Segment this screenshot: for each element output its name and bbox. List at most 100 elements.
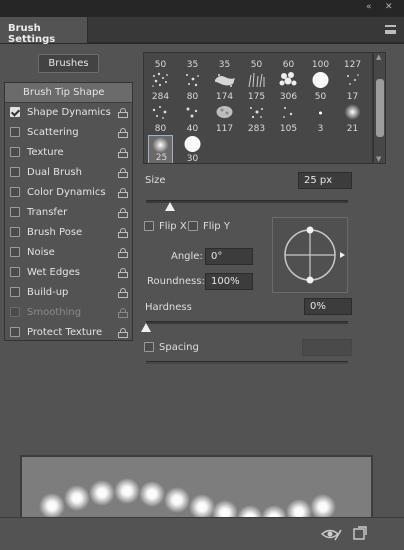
brush-tip[interactable]: 30: [180, 135, 205, 163]
angle-label: Angle:: [171, 251, 203, 262]
double-chevron-left-icon[interactable]: «: [366, 2, 372, 12]
brush-size-label: 3: [317, 124, 324, 134]
brush-tip[interactable]: 35: [180, 53, 205, 71]
option-protect-texture[interactable]: Protect Texture: [5, 323, 132, 343]
brush-tip[interactable]: 40: [180, 103, 205, 135]
option-transfer[interactable]: Transfer: [5, 203, 132, 223]
flip-x-checkbox[interactable]: [144, 221, 154, 231]
lock-icon[interactable]: [118, 108, 128, 118]
option-shape-dynamics[interactable]: Shape Dynamics: [5, 103, 132, 123]
soft-round-brush-icon: [152, 137, 169, 153]
lock-icon[interactable]: [118, 268, 128, 278]
lock-icon[interactable]: [118, 208, 128, 218]
option-brush-tip-shape[interactable]: Brush Tip Shape: [5, 83, 132, 103]
lock-icon[interactable]: [118, 248, 128, 258]
brush-tip[interactable]: 100: [308, 53, 333, 71]
checkbox[interactable]: [10, 227, 20, 237]
option-brush-pose[interactable]: Brush Pose: [5, 223, 132, 243]
brush-size-label: 50: [314, 92, 327, 102]
brush-tip[interactable]: 80: [180, 71, 205, 103]
checkbox[interactable]: [10, 107, 20, 117]
brush-tip[interactable]: 117: [212, 103, 237, 135]
option-texture[interactable]: Texture: [5, 143, 132, 163]
option-scattering[interactable]: Scattering: [5, 123, 132, 143]
lock-icon[interactable]: [118, 168, 128, 178]
brush-tip[interactable]: 50: [308, 71, 333, 103]
brush-tip-grid: 50 35 35 50 60 100 127 284 80 174 175 30…: [143, 52, 373, 164]
brush-tip[interactable]: 284: [148, 71, 173, 103]
brush-tip[interactable]: 283: [244, 103, 269, 135]
lock-icon[interactable]: [118, 228, 128, 238]
option-color-dynamics[interactable]: Color Dynamics: [5, 183, 132, 203]
brush-size-label: 105: [279, 124, 298, 134]
brush-tip[interactable]: 80: [148, 103, 173, 135]
checkbox[interactable]: [10, 327, 20, 337]
brush-tip[interactable]: 60: [276, 53, 301, 71]
angle-input[interactable]: 0°: [205, 248, 253, 265]
brush-size-label: 60: [282, 60, 295, 70]
texture-brush-icon: [216, 106, 233, 118]
brush-tip[interactable]: 3: [308, 103, 333, 135]
brush-tip[interactable]: 50: [244, 53, 269, 71]
hamburger-menu-icon[interactable]: [385, 25, 396, 34]
hardness-slider-track[interactable]: [146, 321, 348, 324]
scroll-up-icon[interactable]: ▲: [376, 53, 381, 61]
checkbox[interactable]: [10, 247, 20, 257]
option-build-up[interactable]: Build-up: [5, 283, 132, 303]
brush-size-label: 175: [247, 92, 266, 102]
brush-size-label: 35: [218, 60, 231, 70]
scroll-down-icon[interactable]: ▼: [376, 155, 381, 163]
option-wet-edges[interactable]: Wet Edges: [5, 263, 132, 283]
brushes-button[interactable]: Brushes: [38, 54, 99, 73]
size-slider-track[interactable]: [146, 200, 348, 203]
brush-tip-selected[interactable]: 25: [148, 135, 173, 163]
hardness-input[interactable]: 0%: [304, 298, 352, 315]
brush-tip[interactable]: 306: [276, 71, 301, 103]
flip-y-checkbox[interactable]: [188, 221, 198, 231]
brush-tip[interactable]: 175: [244, 71, 269, 103]
option-noise[interactable]: Noise: [5, 243, 132, 263]
brush-size-label: 174: [215, 92, 234, 102]
brush-tip[interactable]: 105: [276, 103, 301, 135]
brush-tip[interactable]: 127: [340, 53, 365, 71]
scrollbar-thumb[interactable]: [376, 79, 384, 137]
brush-grid-scrollbar[interactable]: ▲ ▼: [373, 52, 386, 164]
close-icon[interactable]: ✕: [385, 2, 393, 12]
brush-tip[interactable]: 21: [340, 103, 365, 135]
brush-size-label: 21: [346, 124, 359, 134]
checkbox[interactable]: [10, 187, 20, 197]
checkbox[interactable]: [10, 147, 20, 157]
checkbox[interactable]: [10, 287, 20, 297]
checkbox[interactable]: [10, 167, 20, 177]
hardness-slider-thumb[interactable]: [141, 323, 151, 332]
lock-icon[interactable]: [118, 288, 128, 298]
brush-tip[interactable]: 17: [340, 71, 365, 103]
checkbox[interactable]: [10, 127, 20, 137]
checkbox[interactable]: [10, 267, 20, 277]
option-label: Brush Tip Shape: [23, 87, 105, 98]
spatter-brush-icon: [186, 74, 199, 87]
size-input[interactable]: 25 px: [298, 172, 352, 189]
lock-icon[interactable]: [118, 328, 128, 338]
tab-brush-settings[interactable]: Brush Settings: [0, 17, 88, 45]
lock-icon[interactable]: [118, 128, 128, 138]
spacing-checkbox[interactable]: [144, 342, 154, 352]
roundness-label: Roundness:: [147, 276, 205, 287]
roundness-input[interactable]: 100%: [205, 273, 253, 290]
option-label: Texture: [27, 147, 64, 158]
spacing-input: [302, 339, 352, 356]
new-preset-icon[interactable]: [352, 525, 368, 541]
lock-icon[interactable]: [118, 188, 128, 198]
brush-tip[interactable]: 174: [212, 71, 237, 103]
brush-tip[interactable]: 35: [212, 53, 237, 71]
angle-roundness-widget[interactable]: [272, 217, 348, 293]
lock-icon[interactable]: [118, 148, 128, 158]
option-label: Brush Pose: [27, 227, 83, 238]
size-slider-thumb[interactable]: [165, 202, 176, 211]
spatter-brush-icon: [152, 72, 168, 87]
brush-size-label: 100: [311, 60, 330, 70]
option-dual-brush[interactable]: Dual Brush: [5, 163, 132, 183]
eye-brush-icon[interactable]: [320, 526, 342, 542]
brush-tip[interactable]: 50: [148, 53, 173, 71]
checkbox[interactable]: [10, 207, 20, 217]
